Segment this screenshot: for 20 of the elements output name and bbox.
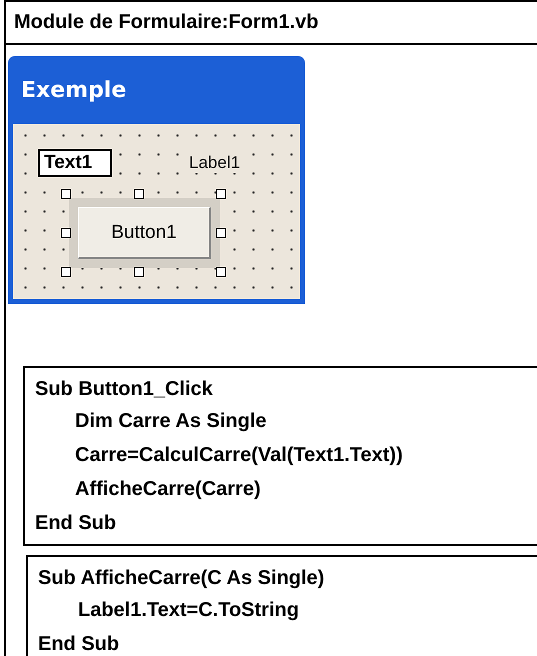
resize-handle[interactable]	[61, 189, 71, 199]
resize-handle[interactable]	[134, 189, 144, 199]
text-box[interactable]: Text1	[38, 149, 112, 177]
code-line: Sub AfficheCarre(C As Single)	[38, 566, 326, 591]
code-line: Carre=CalculCarre(Val(Text1.Text))	[74, 443, 404, 468]
code-line: Label1.Text=C.ToString	[77, 598, 300, 623]
code-line: Dim Carre As Single	[74, 409, 268, 434]
form-title: Exemple	[20, 76, 128, 104]
resize-handle[interactable]	[216, 228, 226, 238]
label-control[interactable]: Label1	[189, 153, 240, 173]
resize-handle[interactable]	[134, 267, 144, 277]
resize-handle[interactable]	[216, 189, 226, 199]
resize-handle[interactable]	[61, 228, 71, 238]
code-line: End Sub	[35, 511, 118, 536]
code-line: AfficheCarre(Carre)	[74, 477, 262, 502]
resize-handle[interactable]	[61, 267, 71, 277]
code-line: Sub Button1_Click	[35, 377, 214, 402]
resize-handle[interactable]	[216, 267, 226, 277]
module-title: Module de Formulaire:Form1.vb	[14, 11, 318, 34]
code-line: End Sub	[38, 632, 120, 656]
